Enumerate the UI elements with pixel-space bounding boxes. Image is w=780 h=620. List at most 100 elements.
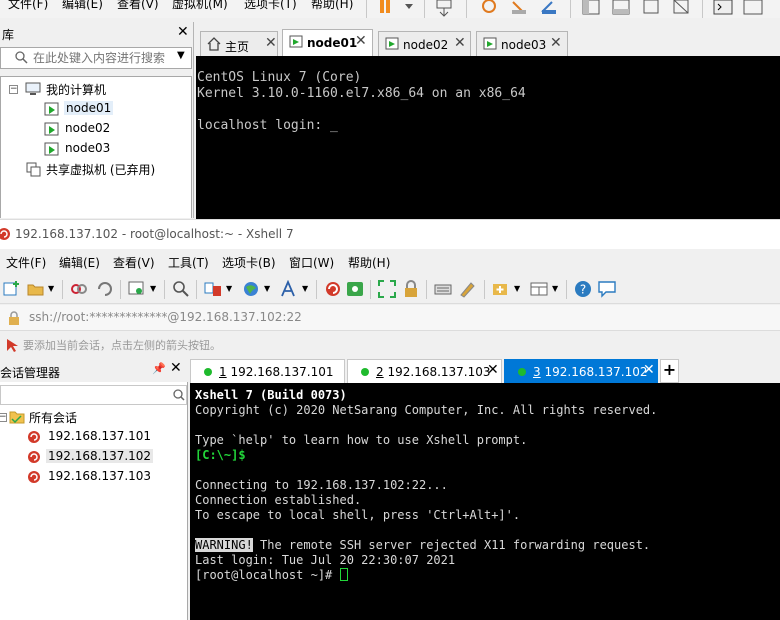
arrow-icon[interactable] [5, 338, 19, 352]
unity-icon[interactable] [670, 0, 692, 18]
folder-icon [9, 411, 25, 424]
session-tree: − 所有会话 192.168.137.101 192.168.137.102 1… [0, 406, 187, 620]
pin-icon[interactable]: 📌 [152, 362, 166, 375]
vmware-menubar: 文件(F) 编辑(E) 查看(V) 虚拟机(M) 选项卡(T) 帮助(H) [0, 0, 780, 18]
xs-menu-tools[interactable]: 工具(T) [168, 254, 209, 271]
close-icon[interactable]: ✕ [170, 360, 182, 376]
tree-vm-node01[interactable]: node01 [64, 101, 114, 115]
fullscreen-icon[interactable] [640, 0, 662, 18]
xs-menu-window[interactable]: 窗口(W) [289, 254, 334, 271]
chevron-down-icon[interactable]: ▼ [48, 284, 54, 293]
disconnect-icon[interactable] [70, 280, 88, 298]
close-icon[interactable]: ✕ [643, 362, 655, 378]
keyboard-icon[interactable] [434, 280, 452, 298]
vm-icon [483, 37, 497, 50]
chevron-down-icon[interactable]: ▼ [226, 284, 232, 293]
properties-icon[interactable] [128, 280, 146, 298]
vm-menu-view[interactable]: 查看(V) [117, 0, 159, 12]
tree-shared-vms[interactable]: 共享虚拟机 (已弃用) [46, 161, 155, 178]
vm-menu-edit[interactable]: 编辑(E) [62, 0, 103, 12]
terminal[interactable]: Xshell 7 (Build 0073) Copyright (c) 2020… [190, 383, 780, 620]
send-ctrl-alt-del-icon[interactable] [434, 0, 456, 18]
snapshot-icon[interactable] [478, 0, 500, 18]
session-tab-2[interactable]: 2 192.168.137.103 ✕ [347, 359, 502, 383]
library-search-input[interactable] [33, 50, 173, 66]
revert-snapshot-icon[interactable] [508, 0, 530, 18]
vm-console[interactable]: CentOS Linux 7 (Core) Kernel 3.10.0-1160.… [196, 56, 780, 219]
help-icon[interactable]: ? [574, 280, 592, 298]
vm-menu-help[interactable]: 帮助(H) [311, 0, 353, 12]
console-view-icon[interactable] [712, 0, 734, 18]
session-tab-1[interactable]: 1 192.168.137.101 [190, 359, 345, 383]
xs-menu-tabs[interactable]: 选项卡(B) [222, 254, 276, 271]
collapse-toggle[interactable]: − [9, 85, 18, 94]
tab-home[interactable]: 主页 ✕ [200, 31, 278, 56]
tree-vm-node02[interactable]: node02 [65, 121, 110, 135]
chevron-down-icon[interactable]: ▼ [514, 284, 520, 293]
close-icon[interactable]: ✕ [355, 33, 367, 49]
xs-menu-view[interactable]: 查看(V) [113, 254, 155, 271]
xftp-icon[interactable] [346, 280, 364, 298]
search-icon[interactable] [173, 389, 185, 401]
close-icon[interactable]: ✕ [454, 35, 466, 51]
xs-menu-edit[interactable]: 编辑(E) [59, 254, 100, 271]
chevron-down-icon[interactable]: ▼ [264, 284, 270, 293]
find-icon[interactable] [172, 280, 190, 298]
thumbnail-icon[interactable] [610, 0, 632, 18]
xs-menu-file[interactable]: 文件(F) [6, 254, 46, 271]
snapshot-manager-icon[interactable] [538, 0, 560, 18]
tree-all-sessions[interactable]: 所有会话 [29, 409, 77, 426]
new-session-icon[interactable] [3, 280, 21, 298]
connected-dot-icon [204, 368, 212, 376]
tab-node01-label: node01 [307, 36, 358, 50]
tab-node03[interactable]: node03 ✕ [476, 31, 568, 56]
session-tab-3[interactable]: 3 192.168.137.102 ✕ [504, 359, 658, 383]
session-search-input[interactable] [0, 385, 187, 405]
chevron-down-icon[interactable]: ▼ [177, 50, 185, 61]
stretch-icon[interactable] [742, 0, 764, 18]
xs-menu-help[interactable]: 帮助(H) [348, 254, 390, 271]
close-icon[interactable]: ✕ [265, 35, 277, 51]
sidebar-toggle-icon[interactable] [580, 0, 602, 18]
vm-menu-tabs[interactable]: 选项卡(T) [244, 0, 297, 12]
library-close-button[interactable]: ✕ [177, 24, 189, 40]
library-title: 库 [2, 28, 15, 42]
xshell-logo-icon[interactable] [324, 280, 342, 298]
highlight-icon[interactable] [458, 280, 476, 298]
lock-icon[interactable] [402, 280, 420, 298]
tab-node03-label: node03 [501, 38, 547, 52]
tree-my-computer[interactable]: 我的计算机 [46, 81, 106, 98]
reconnect-icon[interactable] [96, 280, 114, 298]
font-icon[interactable] [280, 280, 298, 298]
collapse-toggle[interactable]: − [0, 413, 7, 422]
add-tab-icon[interactable] [492, 280, 510, 298]
pause-icon[interactable] [374, 0, 396, 18]
address-bar[interactable]: ssh://root:*************@192.168.137.102… [0, 305, 780, 331]
session-item[interactable]: 192.168.137.101 [48, 429, 151, 443]
tab-node01[interactable]: node01 ✕ [282, 29, 373, 56]
open-folder-icon[interactable] [27, 280, 45, 298]
globe-icon[interactable] [242, 280, 260, 298]
console-line: ​ [197, 102, 780, 118]
session-manager-header: 会话管理器 📌 ✕ [0, 360, 188, 382]
chevron-down-icon[interactable]: ▼ [552, 284, 558, 293]
library-search[interactable]: ▼ [0, 47, 192, 69]
transfer-icon[interactable] [204, 280, 222, 298]
chat-icon[interactable] [598, 280, 616, 298]
fullscreen-icon[interactable] [378, 280, 396, 298]
add-tab-button[interactable]: + [660, 359, 679, 383]
session-item-selected[interactable]: 192.168.137.102 [46, 449, 154, 463]
chevron-down-icon[interactable]: ▼ [302, 284, 308, 293]
chevron-down-icon[interactable] [398, 0, 420, 18]
session-item[interactable]: 192.168.137.103 [48, 469, 151, 483]
chevron-down-icon[interactable]: ▼ [150, 284, 156, 293]
vm-menu-file[interactable]: 文件(F) [8, 0, 48, 12]
vm-menu-vm[interactable]: 虚拟机(M) [172, 0, 228, 12]
warning-tag: WARNING! [195, 538, 253, 552]
tree-vm-node03[interactable]: node03 [65, 141, 110, 155]
tab-node02[interactable]: node02 ✕ [378, 31, 471, 56]
layout-icon[interactable] [530, 280, 548, 298]
close-icon[interactable]: ✕ [550, 35, 562, 51]
terminal-blank [195, 418, 780, 433]
close-icon[interactable]: ✕ [487, 362, 499, 378]
